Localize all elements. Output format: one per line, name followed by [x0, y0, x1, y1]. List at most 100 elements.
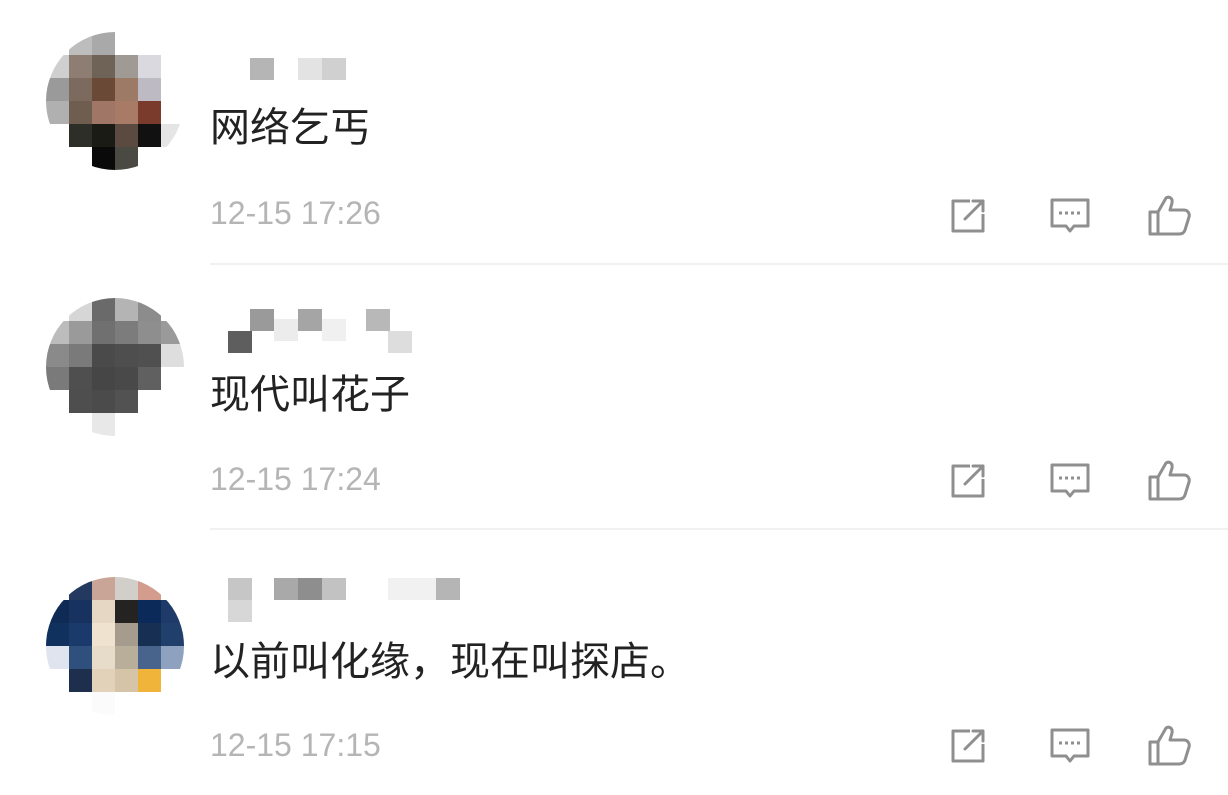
avatar-mosaic-pixel	[69, 577, 92, 600]
avatar-mosaic-pixel	[69, 32, 92, 55]
share-icon	[951, 199, 985, 233]
avatar-mosaic-pixel	[115, 692, 138, 715]
avatar-mosaic-pixel	[161, 367, 184, 390]
comment-timestamp: 12-15 17:15	[210, 727, 381, 763]
avatar-mosaic-pixel	[92, 623, 115, 646]
avatar-mosaic-pixel	[92, 390, 115, 413]
avatar-mosaic-pixel	[69, 692, 92, 715]
reply-button[interactable]	[1044, 720, 1096, 772]
avatar-mosaic-pixel	[69, 55, 92, 78]
avatar-mosaic-pixel	[115, 344, 138, 367]
avatar-mosaic-pixel	[138, 600, 161, 623]
avatar-mosaic-pixel	[138, 78, 161, 101]
avatar-mosaic-pixel	[46, 101, 69, 124]
like-button[interactable]	[1144, 455, 1196, 507]
avatar-mosaic-pixel	[92, 124, 115, 147]
username-mosaic-block	[228, 331, 252, 353]
avatar-mosaic-pixel	[138, 344, 161, 367]
avatar-mosaic-pixel	[115, 577, 138, 600]
share-icon	[951, 729, 985, 763]
avatar-mosaic-pixel	[46, 577, 69, 600]
username-blurred[interactable]	[210, 48, 510, 94]
avatar-mosaic-pixel	[115, 147, 138, 170]
comment-timestamp: 12-15 17:26	[210, 195, 381, 231]
avatar-mosaic-pixel	[138, 147, 161, 170]
reply-button[interactable]	[1044, 190, 1096, 242]
avatar-mosaic-pixel	[92, 321, 115, 344]
avatar-mosaic-pixel	[115, 600, 138, 623]
avatar-mosaic-pixel	[115, 646, 138, 669]
share-button[interactable]	[942, 720, 994, 772]
like-button[interactable]	[1144, 720, 1196, 772]
like-icon	[1148, 195, 1191, 236]
avatar-mosaic-pixel	[46, 55, 69, 78]
avatar-mosaic-pixel	[138, 646, 161, 669]
avatar-mosaic-pixel	[92, 669, 115, 692]
avatar-mosaic-pixel	[69, 321, 92, 344]
avatar-mosaic-pixel	[138, 124, 161, 147]
comment-actions	[928, 455, 1228, 505]
avatar-mosaic-pixel	[92, 692, 115, 715]
avatar-mosaic-pixel	[161, 147, 184, 170]
avatar-mosaic-pixel	[115, 101, 138, 124]
like-button[interactable]	[1144, 190, 1196, 242]
avatar-mosaic-pixel	[161, 78, 184, 101]
avatar-mosaic-pixel	[138, 623, 161, 646]
avatar-mosaic-pixel	[46, 344, 69, 367]
avatar[interactable]	[46, 298, 184, 436]
avatar-mosaic-pixel	[138, 321, 161, 344]
avatar-mosaic-pixel	[115, 321, 138, 344]
avatar-mosaic-pixel	[69, 147, 92, 170]
avatar-mosaic-pixel	[161, 298, 184, 321]
avatar-mosaic-pixel	[161, 55, 184, 78]
avatar-mosaic-pixel	[69, 413, 92, 436]
avatar-mosaic-pixel	[69, 646, 92, 669]
comment-text: 现代叫花子	[210, 372, 410, 418]
username-mosaic-block	[322, 319, 346, 341]
avatar-mosaic-pixel	[46, 124, 69, 147]
avatar-mosaic-pixel	[115, 78, 138, 101]
comment-actions	[928, 190, 1228, 240]
share-icon	[951, 464, 985, 498]
avatar-mosaic-pixel	[92, 298, 115, 321]
username-blurred[interactable]	[210, 305, 510, 353]
username-mosaic-block	[436, 578, 460, 600]
avatar-mosaic-pixel	[69, 344, 92, 367]
comment-item: 以前叫化缘，现在叫探店。 12-15 17:15	[0, 530, 1228, 795]
avatar-mosaic-pixel	[138, 669, 161, 692]
avatar-mosaic-pixel	[138, 101, 161, 124]
comment-item: 网络乞丐 12-15 17:26	[0, 0, 1228, 265]
username-mosaic-block	[388, 331, 412, 353]
avatar-mosaic-pixel	[161, 692, 184, 715]
avatar-mosaic-pixel	[46, 78, 69, 101]
avatar-mosaic-pixel	[92, 600, 115, 623]
share-button[interactable]	[942, 190, 994, 242]
username-blurred[interactable]	[210, 578, 510, 624]
comment-text: 网络乞丐	[210, 105, 370, 151]
avatar-mosaic-pixel	[92, 147, 115, 170]
avatar-mosaic-pixel	[138, 692, 161, 715]
avatar-mosaic-pixel	[138, 367, 161, 390]
avatar[interactable]	[46, 577, 184, 715]
avatar-mosaic-pixel	[92, 55, 115, 78]
comment-actions	[928, 720, 1228, 770]
avatar-mosaic-pixel	[69, 669, 92, 692]
share-button[interactable]	[942, 455, 994, 507]
avatar-mosaic-pixel	[115, 413, 138, 436]
like-icon	[1148, 460, 1191, 501]
avatar-mosaic-pixel	[115, 623, 138, 646]
username-mosaic-block	[274, 319, 298, 341]
avatar-mosaic-pixel	[138, 577, 161, 600]
reply-button[interactable]	[1044, 455, 1096, 507]
avatar-mosaic-pixel	[46, 367, 69, 390]
like-icon	[1148, 725, 1191, 766]
avatar-mosaic-pixel	[46, 623, 69, 646]
avatar[interactable]	[46, 32, 184, 170]
avatar-mosaic-pixel	[138, 413, 161, 436]
avatar-mosaic-pixel	[115, 32, 138, 55]
avatar-mosaic-pixel	[92, 367, 115, 390]
avatar-mosaic-pixel	[46, 390, 69, 413]
avatar-mosaic-pixel	[161, 321, 184, 344]
reply-icon	[1050, 728, 1090, 763]
username-mosaic-block	[322, 58, 346, 80]
